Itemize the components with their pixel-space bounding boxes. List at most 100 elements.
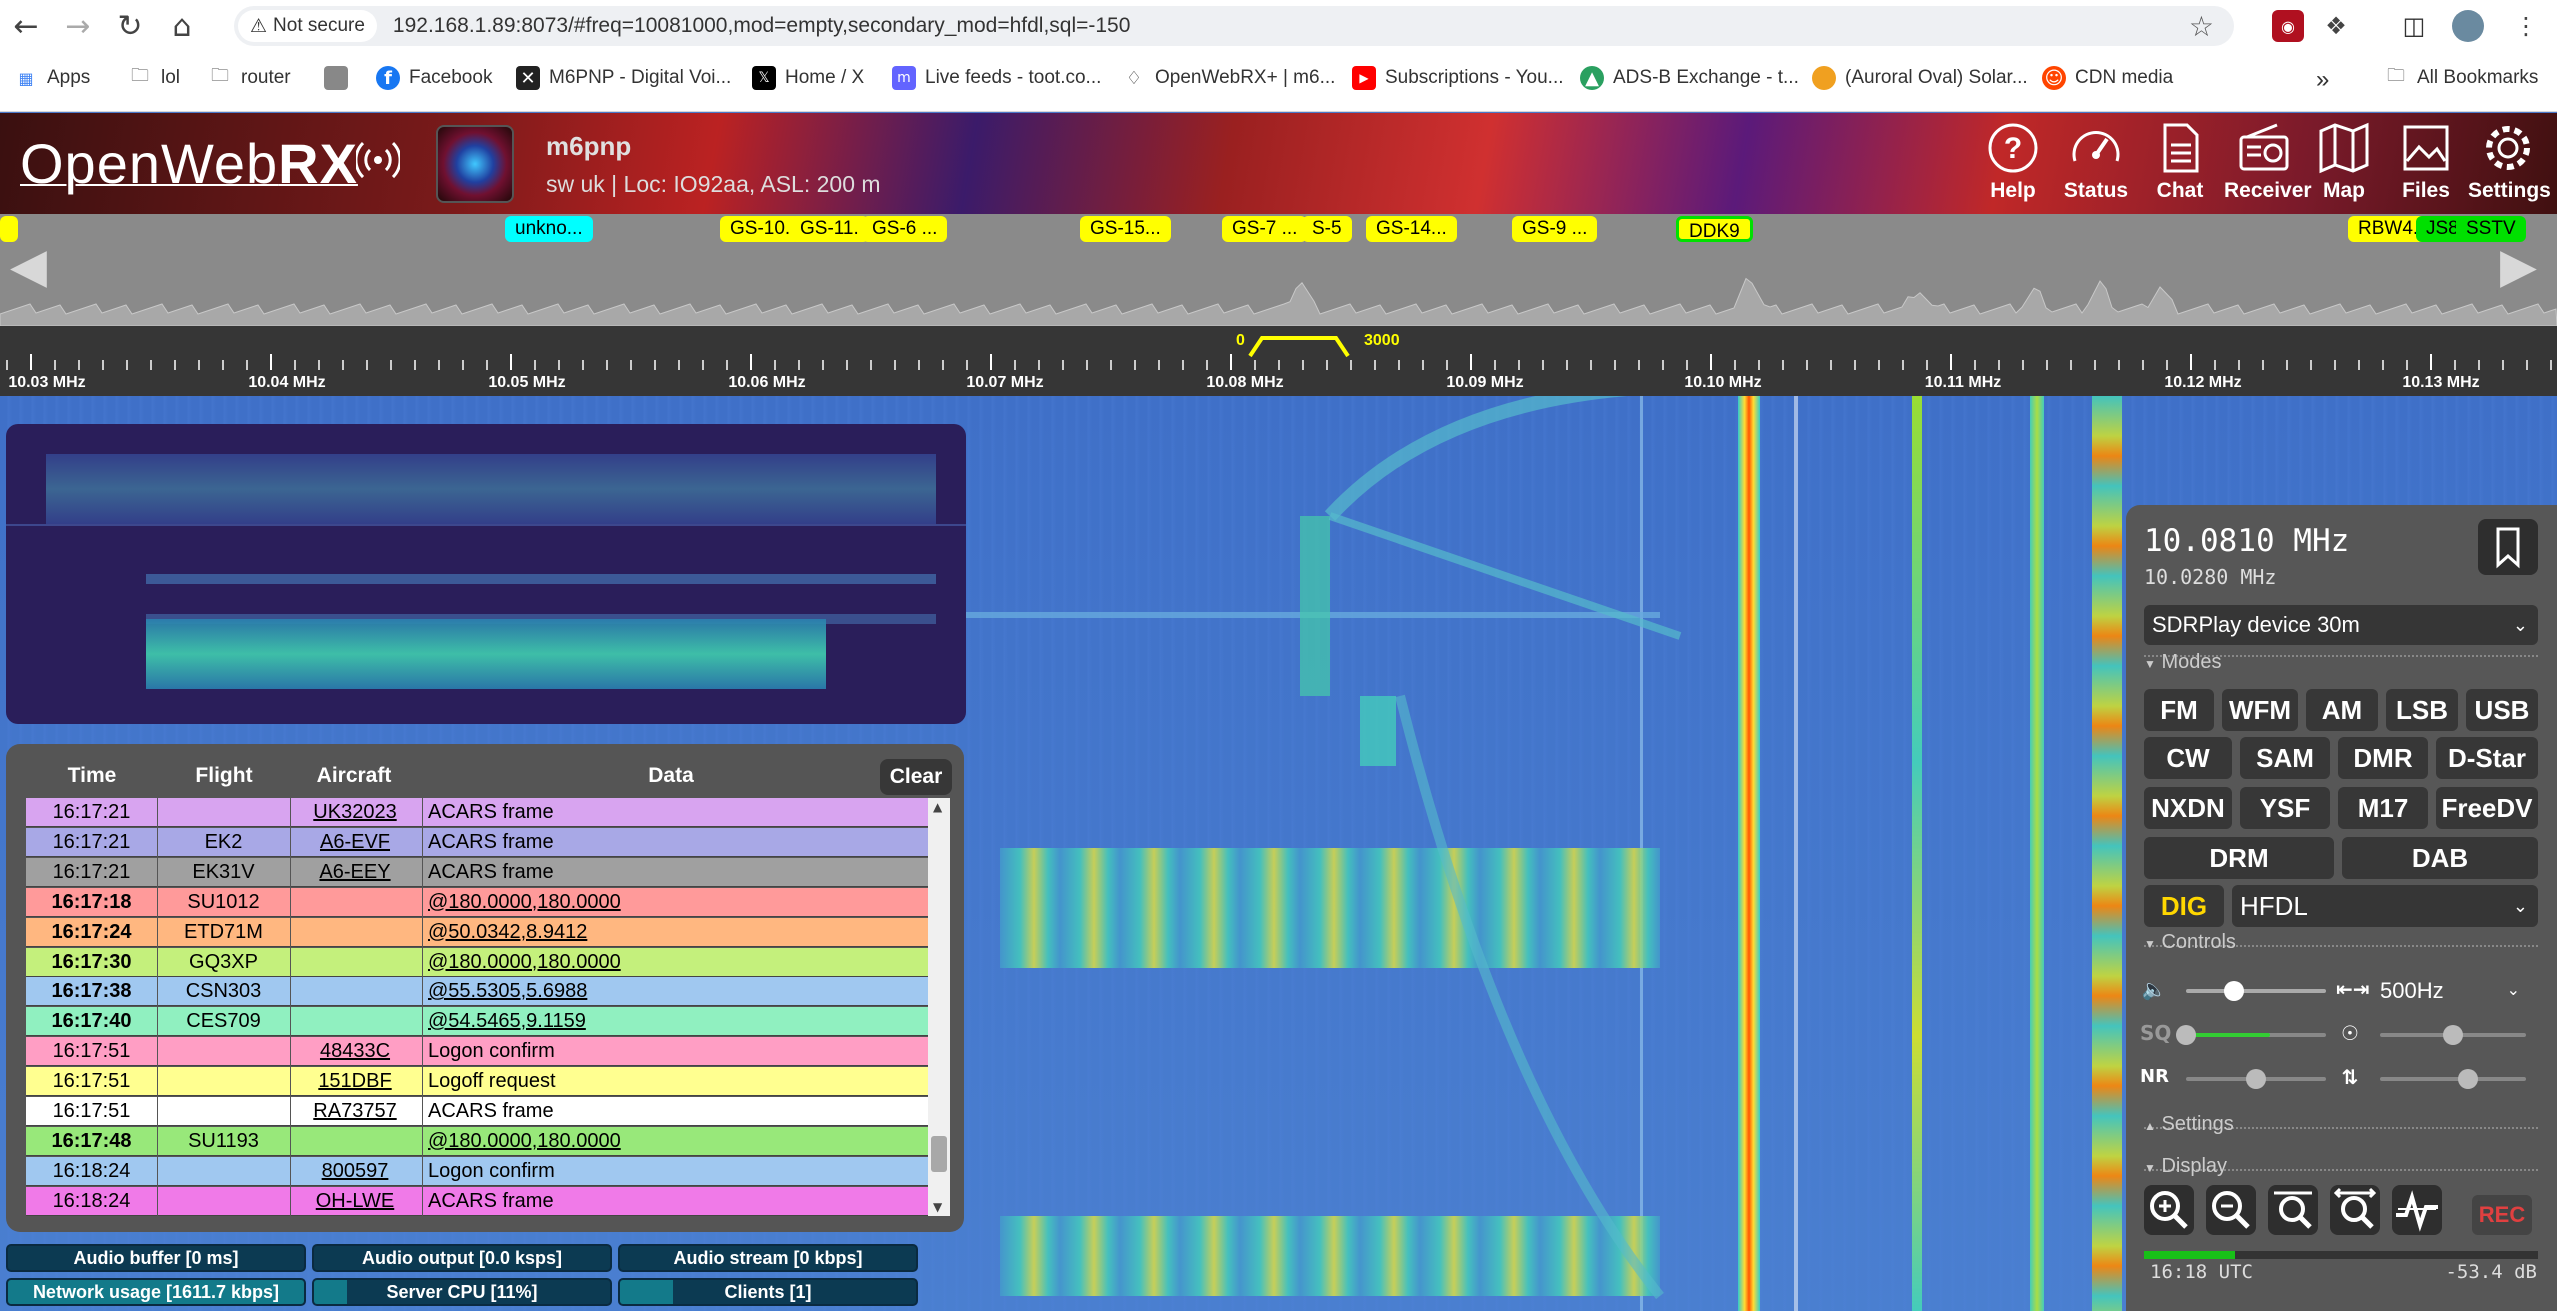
message-data[interactable]: @50.0342,8.9412 (428, 921, 587, 944)
band-bookmark[interactable]: GS-9 ... (1512, 216, 1598, 242)
files-button[interactable]: Files (2386, 121, 2466, 203)
bookmark-x-home[interactable]: 𝕏 Home / X (752, 66, 864, 90)
band-bookmark[interactable]: S-5 (1302, 216, 1352, 242)
scroll-up-icon[interactable]: ▲ (933, 800, 942, 814)
sdr-profile-select[interactable]: SDRPlay device 30m ⌄ (2144, 605, 2538, 645)
mode-usb-button[interactable]: USB (2466, 689, 2538, 731)
security-chip[interactable]: ⚠ Not secure (238, 10, 377, 42)
band-bookmark[interactable]: GS-7 ... (1222, 216, 1308, 242)
digital-mode-select[interactable]: HFDL ⌄ (2232, 885, 2538, 927)
message-aircraft[interactable]: 800597 (290, 1160, 420, 1183)
bookmark-star-icon[interactable]: ☆ (2189, 10, 2214, 43)
message-aircraft[interactable]: OH-LWE (290, 1190, 420, 1213)
mode-am-button[interactable]: AM (2306, 689, 2378, 731)
scroll-down-icon[interactable]: ▼ (933, 1200, 942, 1214)
message-aircraft[interactable]: 151DBF (290, 1070, 420, 1093)
zoom-reset-button[interactable] (2330, 1185, 2380, 1235)
zoom-fit-button[interactable] (2268, 1185, 2318, 1235)
extensions-puzzle-icon[interactable]: ❖ (2320, 10, 2352, 42)
mode-drm-button[interactable]: DRM (2144, 837, 2334, 879)
scroll-thumb[interactable] (931, 1136, 947, 1172)
message-data[interactable]: @55.5305,5.6988 (428, 980, 587, 1003)
bookmark-cdn-media[interactable]: ☺ CDN media (2042, 66, 2173, 90)
add-bookmark-button[interactable] (2478, 519, 2538, 575)
settings-section-toggle[interactable]: ▲ Settings (2144, 1113, 2234, 1136)
bookmark-auroral[interactable]: (Auroral Oval) Solar... (1812, 66, 2028, 90)
settings-button[interactable]: Settings (2468, 121, 2551, 203)
frequency-scale[interactable]: 0 3000 10.03 MHz 10.04 MHz 10.05 MHz 10.… (0, 326, 2557, 396)
bookmarks-overflow-icon[interactable]: » (2316, 66, 2329, 94)
message-data[interactable]: @180.0000,180.0000 (428, 951, 621, 974)
table-scrollbar[interactable]: ▲ ▼ (928, 798, 950, 1216)
mode-ysf-button[interactable]: YSF (2240, 787, 2330, 829)
agc-slider[interactable] (2380, 1025, 2526, 1045)
modes-section-toggle[interactable]: ▼ Modes (2144, 651, 2221, 674)
gain-icon[interactable]: ⇅ (2336, 1063, 2364, 1091)
auto-levels-button[interactable] (2392, 1185, 2442, 1235)
mode-freedv-button[interactable]: FreeDV (2436, 787, 2538, 829)
bookmark-m6pnp[interactable]: ✕ M6PNP - Digital Voi... (516, 66, 731, 90)
back-icon[interactable]: ← (0, 0, 52, 52)
agc-knob[interactable] (2443, 1025, 2463, 1045)
mode-lsb-button[interactable]: LSB (2386, 689, 2458, 731)
band-bookmark[interactable]: GS-10. (720, 216, 801, 242)
profile-avatar-icon[interactable] (2452, 10, 2484, 42)
bookmark-openwebrx[interactable]: ♢ OpenWebRX+ | m6... (1122, 66, 1336, 90)
mode-m17-button[interactable]: M17 (2338, 787, 2428, 829)
squelch-slider[interactable] (2176, 1025, 2326, 1045)
map-button[interactable]: Map (2304, 121, 2384, 203)
mode-sam-button[interactable]: SAM (2240, 737, 2330, 779)
mode-fm-button[interactable]: FM (2144, 689, 2214, 731)
mode-wfm-button[interactable]: WFM (2222, 689, 2298, 731)
mode-dmr-button[interactable]: DMR (2338, 737, 2428, 779)
chat-button[interactable]: Chat (2140, 121, 2220, 203)
home-icon[interactable]: ⌂ (156, 0, 208, 52)
receiver-button[interactable]: Receiver (2224, 121, 2312, 203)
mode-cw-button[interactable]: CW (2144, 737, 2232, 779)
message-data[interactable]: @180.0000,180.0000 (428, 891, 621, 914)
zoom-out-button[interactable] (2206, 1185, 2256, 1235)
band-bookmark[interactable]: GS-6 ... (862, 216, 948, 242)
volume-slider[interactable] (2186, 981, 2326, 1001)
menu-kebab-icon[interactable]: ⋮ (2510, 10, 2542, 42)
status-button[interactable]: Status (2056, 121, 2136, 203)
message-data[interactable]: @180.0000,180.0000 (428, 1130, 621, 1153)
tuned-frequency[interactable]: 10.0810 MHz (2144, 523, 2349, 559)
gain-knob[interactable] (2457, 1069, 2478, 1089)
bookmark-all[interactable]: 🗀 All Bookmarks (2384, 65, 2538, 90)
message-data[interactable]: @54.5465,9.1159 (428, 1010, 586, 1033)
ublock-extension-icon[interactable]: ◉ (2272, 10, 2304, 42)
bookmark-adsb[interactable]: ▲ ADS-B Exchange - t... (1580, 66, 1799, 90)
bookmark-unlabeled[interactable] (324, 66, 348, 90)
display-section-toggle[interactable]: ▼ Display (2144, 1155, 2227, 1178)
mode-dstar-button[interactable]: D-Star (2436, 737, 2538, 779)
mode-nxdn-button[interactable]: NXDN (2144, 787, 2232, 829)
record-button[interactable]: REC (2472, 1195, 2532, 1235)
forward-icon[interactable]: → (52, 0, 104, 52)
help-button[interactable]: ? Help (1973, 121, 2053, 203)
band-bookmark[interactable]: DDK9 (1676, 216, 1753, 242)
controls-section-toggle[interactable]: ▼ Controls (2144, 931, 2236, 954)
volume-knob[interactable] (2223, 981, 2244, 1001)
gain-slider[interactable] (2380, 1069, 2526, 1089)
band-bookmark[interactable]: GS-15... (1080, 216, 1171, 242)
side-panel-icon[interactable]: ◫ (2398, 10, 2430, 42)
nr-label[interactable]: NR (2140, 1063, 2169, 1091)
bandwidth-select[interactable]: 500Hz ⌄ (2376, 975, 2526, 1007)
nr-slider[interactable] (2186, 1069, 2326, 1089)
reload-icon[interactable]: ↻ (104, 0, 156, 52)
message-aircraft[interactable]: UK32023 (290, 801, 420, 824)
message-aircraft[interactable]: RA73757 (290, 1100, 420, 1123)
zoom-in-button[interactable] (2144, 1185, 2194, 1235)
bookmark-facebook[interactable]: f Facebook (376, 66, 492, 90)
band-bookmark[interactable]: GS-11. (790, 216, 869, 242)
band-bookmark[interactable]: unkno... (505, 216, 593, 242)
message-aircraft[interactable]: A6-EEY (290, 861, 420, 884)
nr-knob[interactable] (2246, 1069, 2266, 1089)
bookmark-folder-lol[interactable]: 🗀 lol (128, 65, 180, 90)
url-text[interactable]: 192.168.1.89:8073/#freq=10081000,mod=emp… (393, 14, 1131, 38)
bookmark-apps[interactable]: ▦ Apps (14, 66, 90, 90)
message-aircraft[interactable]: 48433C (290, 1040, 420, 1063)
openwebrx-logo[interactable]: OpenWebRX (20, 131, 358, 196)
speaker-icon[interactable]: 🔈 (2140, 975, 2168, 1003)
